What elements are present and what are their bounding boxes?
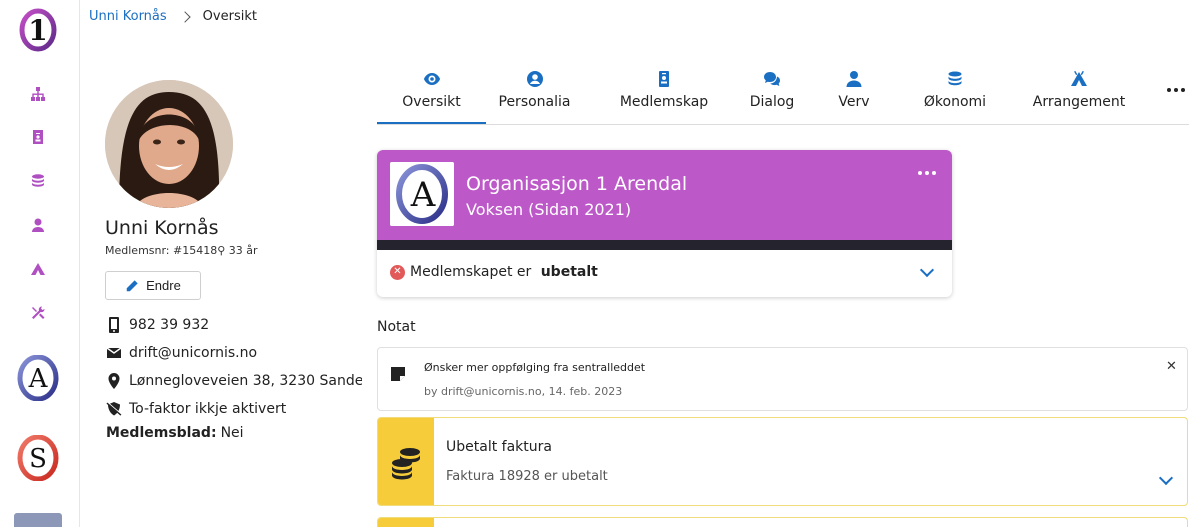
member-number: Medlemsnr: #15418⚲ 33 år: [105, 244, 258, 257]
magazine-value: Nei: [220, 425, 244, 441]
membership-status: ✕ Medlemskapet er ubetalt: [390, 264, 598, 280]
membership-card-band: [377, 240, 952, 250]
magazine-row: Medlemsblad: Nei: [106, 425, 244, 441]
tab-personalia-label: Personalia: [498, 94, 571, 110]
shield-slash-icon: [106, 401, 122, 416]
org-logo-icon: A: [390, 162, 454, 226]
note-text: Ønsker mer oppfølging fra sentralleddet: [424, 361, 646, 374]
sidebar-bottom-button[interactable]: [14, 513, 62, 527]
org-logo-a-icon[interactable]: A: [16, 355, 60, 401]
sticky-note-icon: [391, 367, 405, 381]
more-tabs-icon[interactable]: [1167, 88, 1185, 94]
membership-status-prefix: Medlemskapet er: [410, 264, 536, 280]
tools-icon[interactable]: [30, 305, 46, 321]
invoice-subtitle: Faktura 18928 er ubetalt: [446, 469, 608, 484]
tab-personalia[interactable]: Personalia: [486, 66, 583, 124]
tab-arrangement-label: Arrangement: [1032, 94, 1126, 110]
membership-category: Voksen (Sidan 2021): [466, 200, 632, 219]
coins-icon[interactable]: [30, 173, 46, 189]
profile-name: Unni Kornås: [105, 217, 219, 239]
invoice-title: Ubetalt faktura: [446, 439, 552, 455]
org-logo-a-letter: A: [28, 364, 49, 394]
user-icon: [846, 71, 862, 87]
org-logo-s-letter: S: [29, 444, 47, 474]
tab-bar: Oversikt Personalia Medlemskap Dialog Ve…: [377, 66, 1189, 125]
membership-status-value: ubetalt: [540, 264, 598, 280]
phone-row: 982 39 932: [106, 317, 209, 333]
avatar-photo-icon: [105, 80, 233, 208]
eye-icon: [423, 73, 440, 85]
envelope-icon: [106, 347, 122, 358]
tab-okonomi-label: Økonomi: [923, 94, 987, 110]
id-badge-icon[interactable]: [30, 129, 46, 145]
membership-org-name[interactable]: Organisasjon 1 Arendal: [466, 173, 687, 195]
campground-icon: [1071, 70, 1087, 86]
error-circle-icon: ✕: [390, 264, 405, 280]
tab-dialog-label: Dialog: [749, 94, 795, 110]
address: Lønnegloveveien 38, 3230 Sandefjord: [129, 373, 362, 389]
sidebar: 1 A S: [0, 0, 80, 527]
notes-section-title: Notat: [377, 319, 416, 335]
mobile-phone-icon: [109, 317, 119, 333]
breadcrumb: Unni Kornås Oversikt: [89, 9, 257, 24]
user-circle-icon: [526, 71, 543, 87]
tab-verv-label: Verv: [838, 94, 870, 110]
chevron-down-icon[interactable]: [919, 262, 935, 278]
next-card-peek: [377, 517, 1188, 527]
org-logo-s-icon[interactable]: S: [16, 435, 60, 481]
map-marker-icon: [108, 373, 120, 389]
breadcrumb-current: Oversikt: [202, 9, 257, 24]
magazine-label: Medlemsblad:: [106, 425, 217, 441]
two-factor-status: To-faktor ikkje aktivert: [129, 401, 287, 417]
avatar: [105, 80, 233, 208]
tab-okonomi[interactable]: Økonomi: [917, 66, 993, 124]
coins-icon: [392, 447, 420, 479]
tab-oversikt[interactable]: Oversikt: [377, 66, 486, 124]
email-row: drift@unicornis.no: [106, 345, 257, 361]
close-icon[interactable]: ✕: [1166, 359, 1177, 374]
note-item: Ønsker mer oppfølging fra sentralleddet …: [377, 347, 1188, 411]
edit-button-label: Endre: [146, 278, 181, 293]
email-address[interactable]: drift@unicornis.no: [129, 345, 257, 361]
chevron-right-icon: [179, 10, 191, 23]
pencil-icon: [126, 279, 138, 291]
org-logo-card-letter: A: [410, 175, 436, 215]
unpaid-invoice-card[interactable]: Ubetalt faktura Faktura 18928 er ubetalt: [377, 417, 1188, 506]
tab-medlemskap-label: Medlemskap: [619, 94, 709, 110]
two-factor-row: To-faktor ikkje aktivert: [106, 401, 286, 417]
id-badge-icon: [659, 71, 669, 87]
membership-card-header: A Organisasjon 1 Arendal Voksen (Sidan 2…: [377, 150, 952, 240]
chevron-down-icon[interactable]: [1158, 470, 1174, 486]
edit-profile-button[interactable]: Endre: [105, 271, 201, 300]
tab-oversikt-label: Oversikt: [402, 94, 461, 110]
phone-number[interactable]: 982 39 932: [129, 317, 209, 333]
coins-icon: [948, 71, 962, 86]
comments-icon: [764, 72, 780, 86]
app-logo-letter: 1: [28, 14, 47, 47]
sitemap-icon[interactable]: [30, 86, 46, 102]
campground-icon[interactable]: [30, 261, 46, 277]
tab-verv[interactable]: Verv: [829, 66, 879, 124]
membership-menu-icon[interactable]: [918, 171, 936, 176]
invoice-accent: [378, 418, 434, 505]
tab-medlemskap[interactable]: Medlemskap: [609, 66, 719, 124]
note-meta: by drift@unicornis.no, 14. feb. 2023: [424, 385, 623, 398]
tab-dialog[interactable]: Dialog: [743, 66, 801, 124]
address-row: Lønnegloveveien 38, 3230 Sandefjord: [106, 373, 362, 389]
user-shield-icon[interactable]: [30, 217, 46, 233]
tab-arrangement[interactable]: Arrangement: [1029, 66, 1129, 124]
breadcrumb-parent-link[interactable]: Unni Kornås: [89, 9, 167, 24]
membership-card: A Organisasjon 1 Arendal Voksen (Sidan 2…: [377, 150, 952, 297]
app-logo-icon[interactable]: 1: [19, 8, 57, 52]
